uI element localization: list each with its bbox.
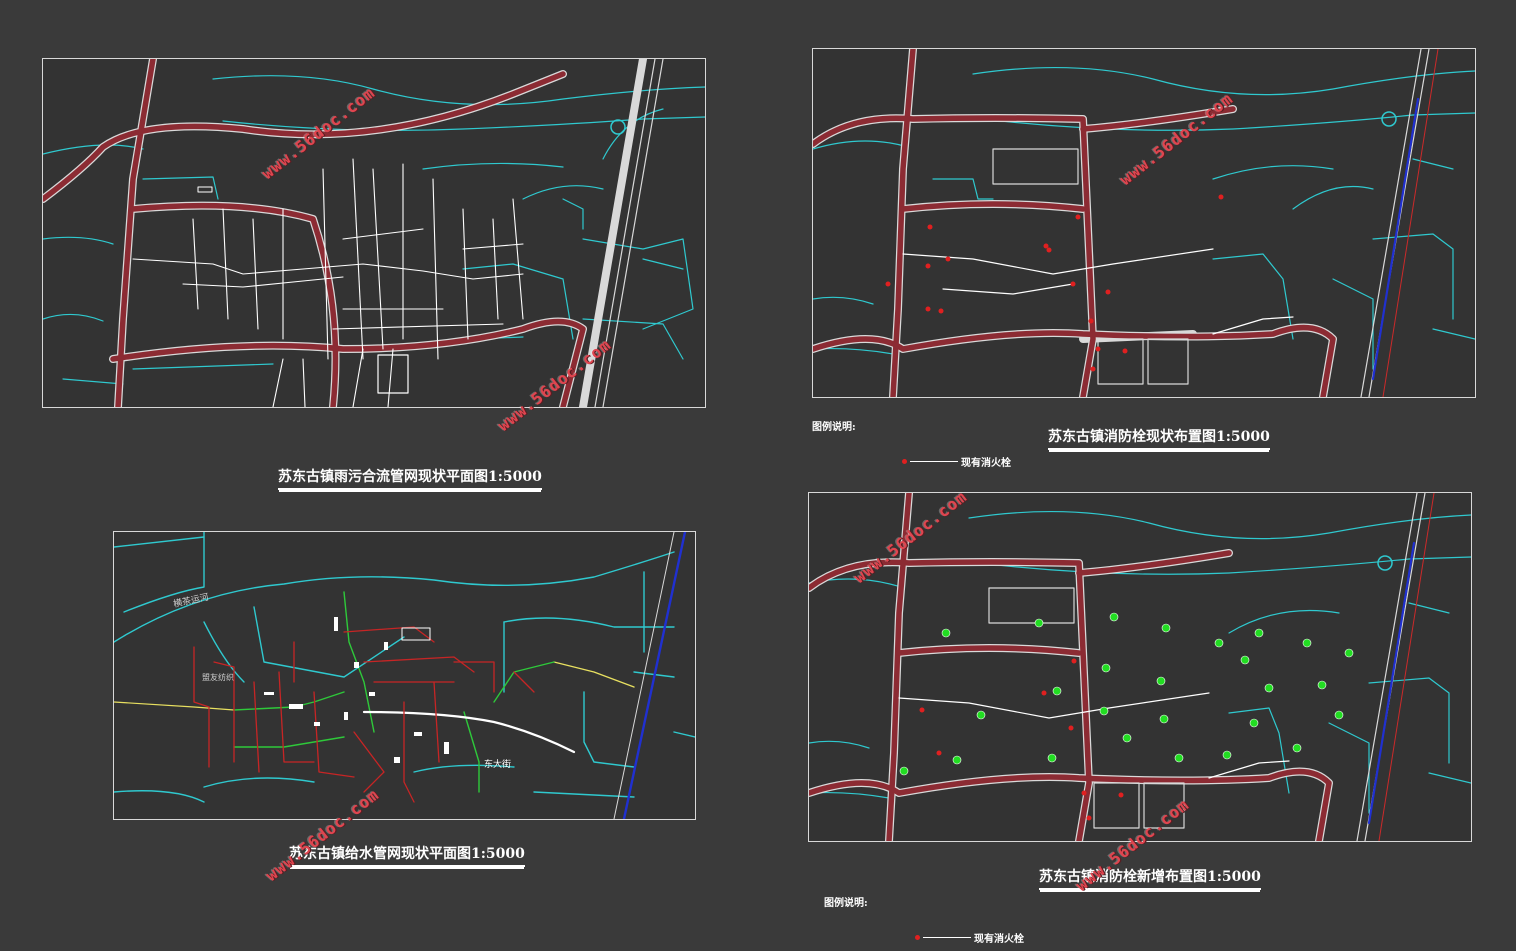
hydrant-current-map-title: 苏东古镇消防栓现状布置图1:5000 <box>1048 426 1270 450</box>
street-label: 东大街 <box>484 758 511 770</box>
legend-item-label: 现有消火栓 <box>961 458 1011 469</box>
sewer-map-title: 苏东古镇雨污合流管网现状平面图1:5000 <box>278 466 542 490</box>
hydrant-current-legend-heading: 图例说明: <box>812 422 856 433</box>
water-supply-map-title: 苏东古镇给水管网现状平面图1:5000 <box>289 843 525 867</box>
hydrant-marker-icon <box>915 935 920 940</box>
water-supply-map-drawing: 横茶运河 东大街 盟友纺织 <box>114 532 695 819</box>
hydrant-new-legend-item: 现有消火栓 <box>915 930 1024 945</box>
hydrant-new-legend-heading: 图例说明: <box>824 898 868 909</box>
hydrant-marker-icon <box>902 459 907 464</box>
map-panel-water-supply: 横茶运河 东大街 盟友纺织 <box>113 531 696 820</box>
map-panel-hydrant-current <box>812 48 1476 398</box>
factory-label: 盟友纺织 <box>202 672 234 682</box>
legend-leader-line <box>923 937 971 938</box>
hydrant-current-map-drawing <box>813 49 1475 397</box>
hydrant-current-legend-item: 现有消火栓 <box>902 454 1011 469</box>
legend-leader-line <box>910 461 958 462</box>
legend-item-label: 现有消火栓 <box>974 934 1024 945</box>
